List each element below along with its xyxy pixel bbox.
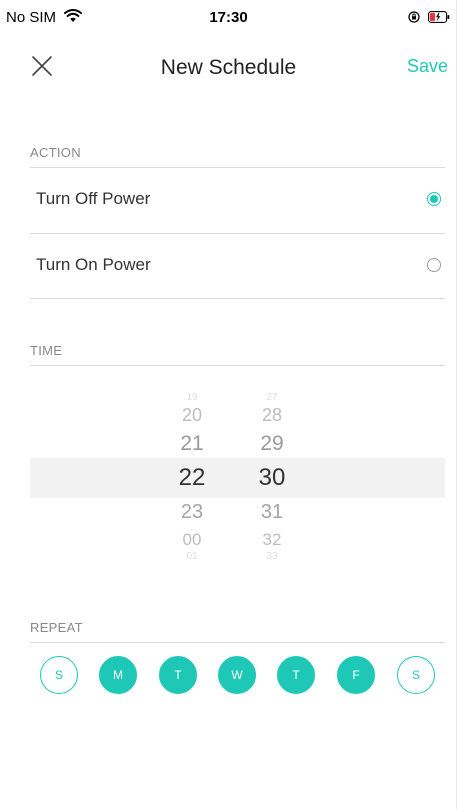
repeat-section-header: REPEAT bbox=[30, 620, 83, 635]
minute-option[interactable]: 28 bbox=[242, 405, 302, 426]
day-tuesday[interactable]: T bbox=[159, 656, 197, 694]
minute-option[interactable]: 29 bbox=[242, 432, 302, 456]
minute-option[interactable]: 33 bbox=[242, 551, 302, 562]
hour-option[interactable]: 21 bbox=[162, 432, 222, 456]
hour-selected[interactable]: 22 bbox=[162, 464, 222, 492]
day-wednesday[interactable]: W bbox=[218, 656, 256, 694]
day-saturday[interactable]: S bbox=[397, 656, 435, 694]
minute-option[interactable]: 27 bbox=[242, 392, 302, 403]
hour-option[interactable]: 00 bbox=[162, 530, 222, 550]
minute-option[interactable]: 31 bbox=[242, 501, 302, 524]
minute-option[interactable]: 32 bbox=[242, 530, 302, 550]
divider bbox=[30, 642, 445, 643]
hour-option[interactable]: 23 bbox=[162, 501, 222, 524]
hour-option[interactable]: 01 bbox=[162, 551, 222, 562]
hour-option[interactable]: 20 bbox=[162, 405, 222, 426]
day-monday[interactable]: M bbox=[99, 656, 137, 694]
day-friday[interactable]: F bbox=[337, 656, 375, 694]
day-sunday[interactable]: S bbox=[40, 656, 78, 694]
hour-option[interactable]: 19 bbox=[162, 392, 222, 403]
minute-selected[interactable]: 30 bbox=[242, 464, 302, 492]
day-thursday[interactable]: T bbox=[277, 656, 315, 694]
